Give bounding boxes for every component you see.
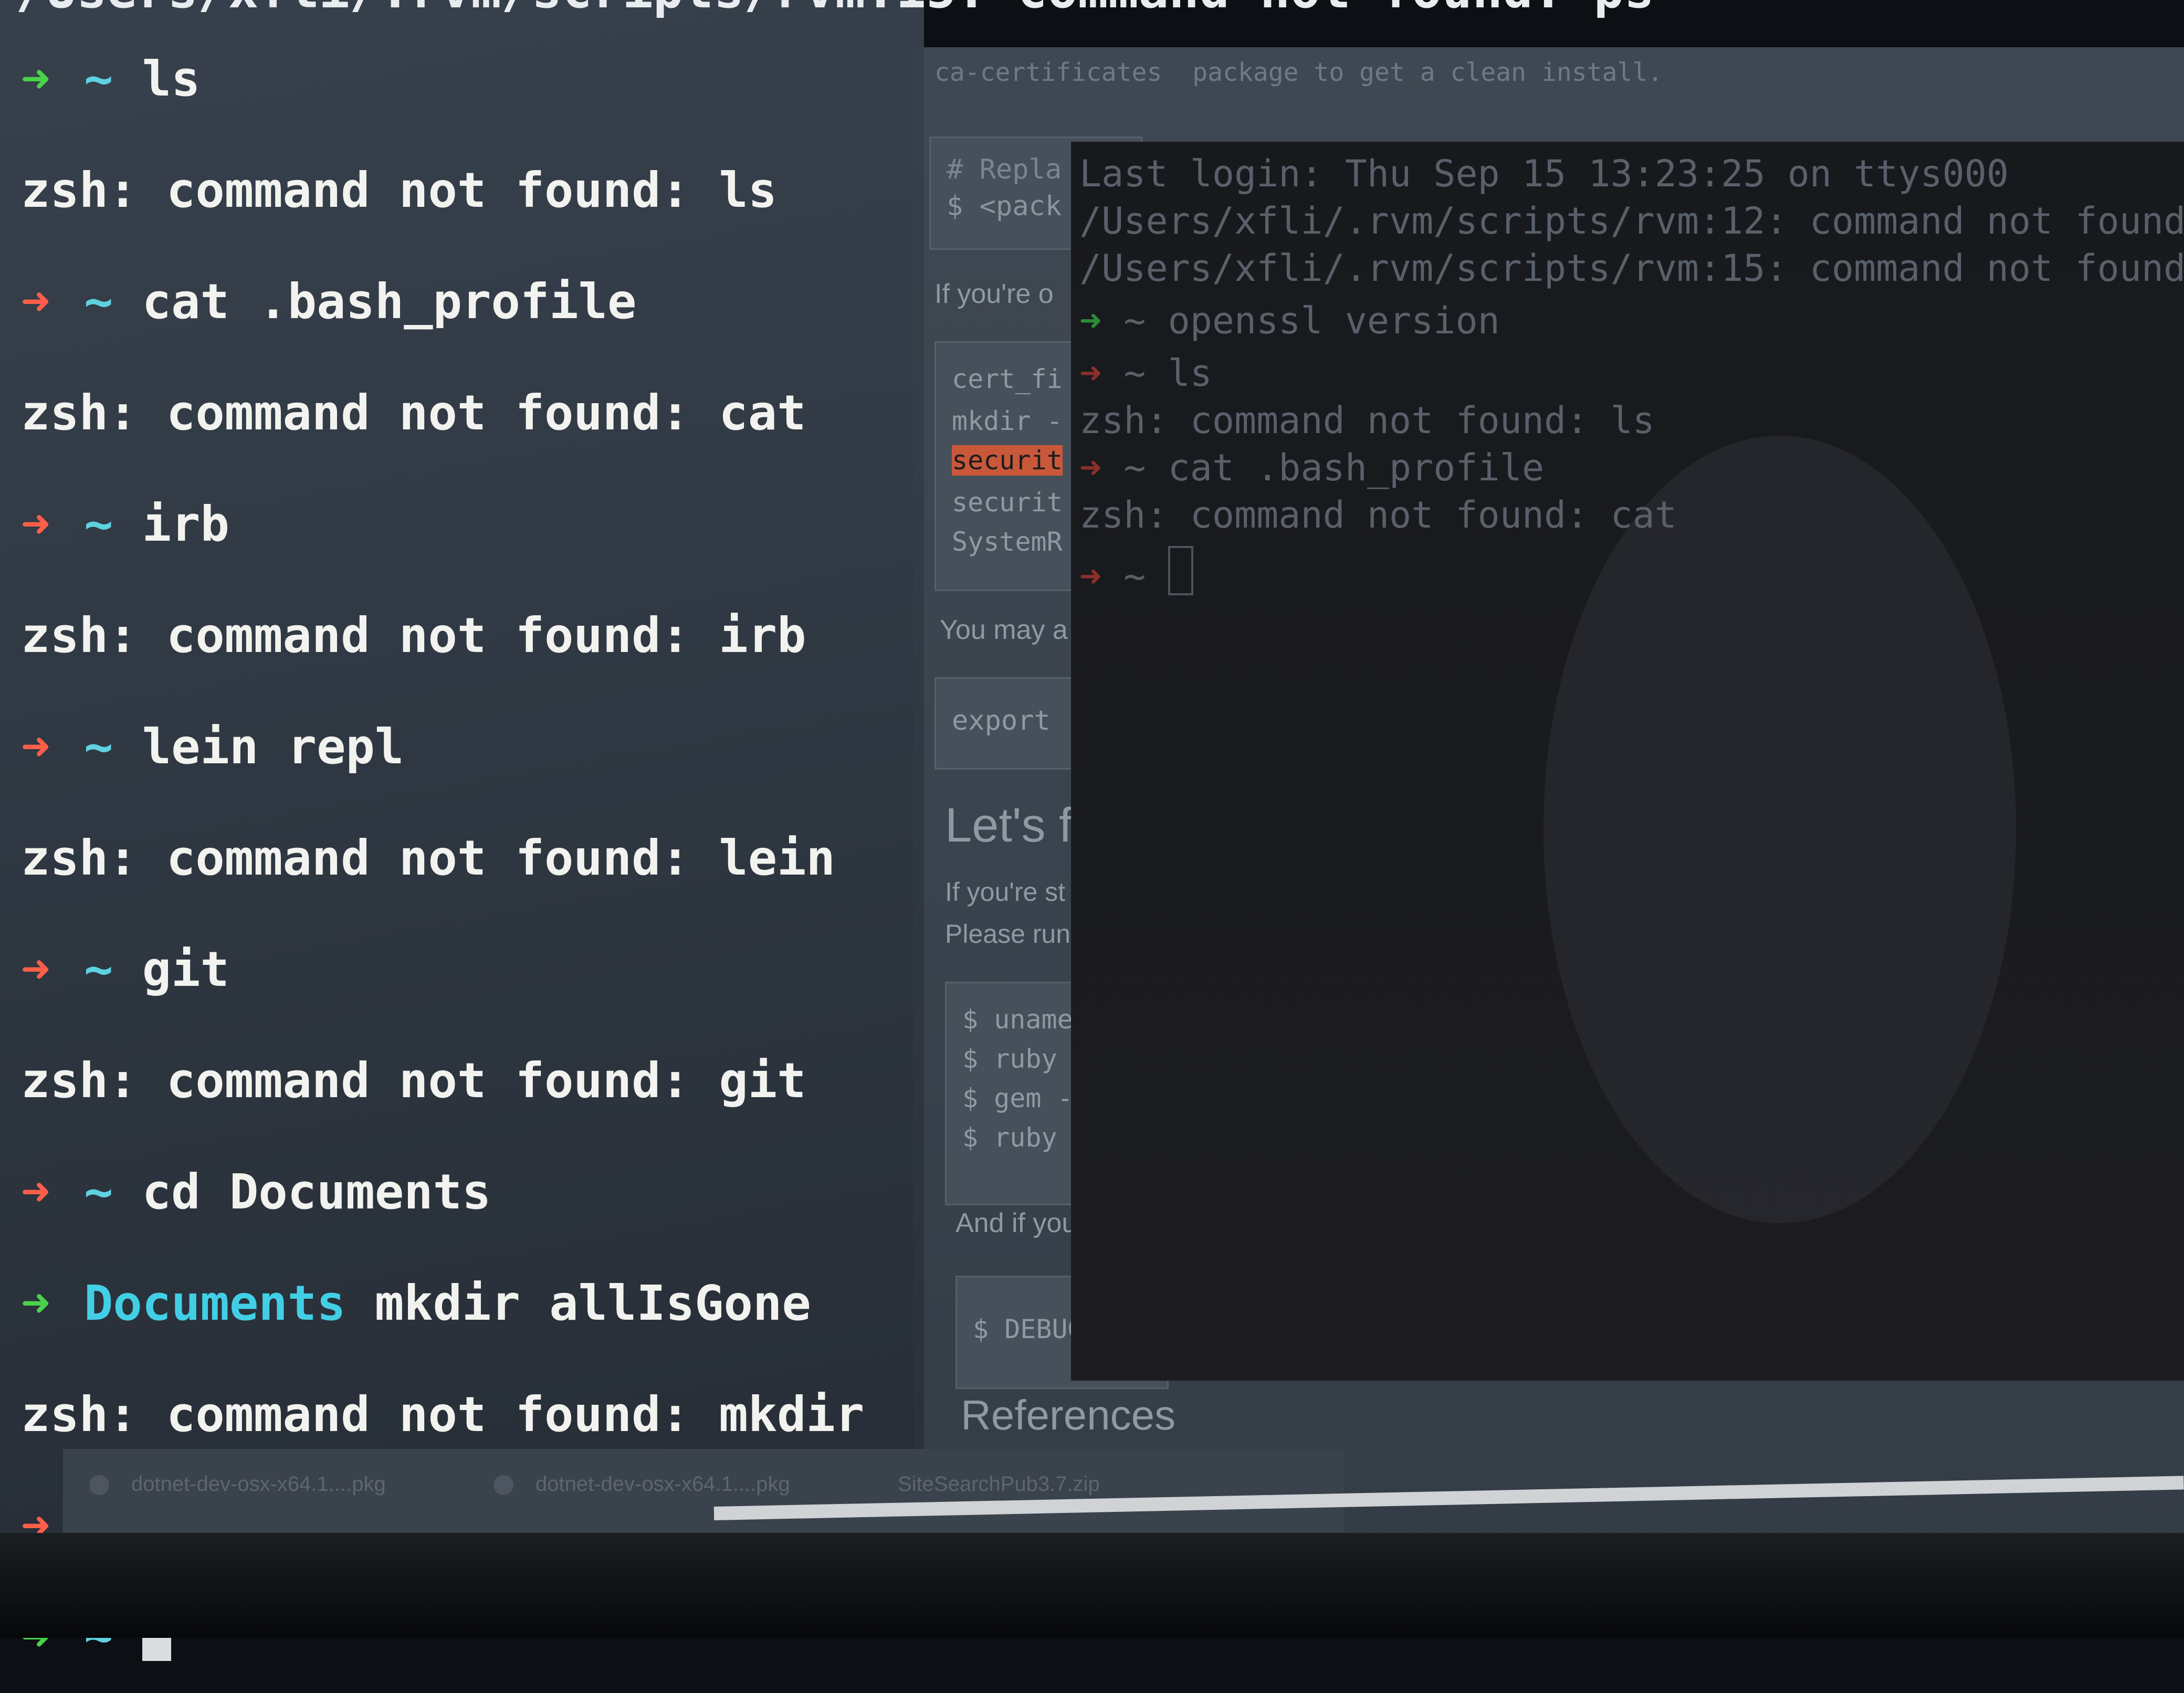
prompt-directory: ~ [84,941,113,997]
code-line: $ uname [962,1004,1073,1035]
terminal2-prompt-line: ➜ ~ [1079,546,1193,598]
prompt-arrow-icon: ➜ [1079,446,1124,489]
terminal-output-line: zsh: command not found: lein [21,830,835,886]
paragraph: Please run [945,919,1071,949]
terminal2-output: zsh: command not found: ls [1079,399,1655,442]
code-line: export [952,705,1051,737]
prompt-directory: Documents [84,1275,346,1331]
terminal-command: cat .bash_profile [142,274,637,330]
code-line: securit [952,487,1063,518]
download-item[interactable]: dotnet-dev-osx-x64.1....pkg [131,1473,386,1496]
download-item[interactable]: SiteSearchPub3.7.zip [898,1473,1100,1496]
code-line: mkdir - [952,406,1063,436]
terminal-output-line: zsh: command not found: ls [21,162,778,218]
download-bar: dotnet-dev-osx-x64.1....pkg dotnet-dev-o… [63,1449,1344,1533]
prompt-directory: ~ [84,496,113,552]
terminal-command: cd Documents [142,1164,491,1220]
paragraph: You may a [940,615,1068,645]
paragraph: If you're o [934,279,1054,309]
terminal-prompt-line: ➜ ~ git [21,914,864,1025]
package-icon [89,1475,109,1495]
terminal-command: git [142,941,229,997]
prompt-arrow-icon: ➜ [21,941,50,997]
terminal2-prompt-line: ➜ ~ cat .bash_profile [1079,446,1544,489]
terminal2-cursor [1168,546,1193,595]
terminal2-cmd: ~ cat .bash_profile [1124,446,1545,489]
terminal2-cmd: ~ ls [1124,352,1212,395]
terminal-clipped-line: /Users/xfli/.rvm/scripts/rvm:15: command… [16,0,1654,19]
prompt-arrow-icon: ➜ [1079,299,1124,342]
terminal2-line: /Users/xfli/.rvm/scripts/rvm:15: command… [1079,247,2184,290]
download-item[interactable]: dotnet-dev-osx-x64.1....pkg [536,1473,790,1496]
terminal2-line: Last login: Thu Sep 15 13:23:25 on ttys0… [1079,152,2009,195]
code-line: $ gem - [962,1083,1073,1113]
terminal-command: lein repl [142,719,404,775]
terminal-command: irb [142,496,229,552]
prompt-arrow-icon: ➜ [1079,555,1124,598]
prompt-arrow-icon: ➜ [21,1164,50,1220]
terminal-prompt-line: ➜ ~ cd Documents [21,1137,864,1248]
prompt-directory: ~ [84,51,113,107]
terminal2-cmd: ~ openssl version [1124,299,1500,342]
terminal-output-line: zsh: command not found: git [21,1053,806,1109]
terminal2-output: zsh: command not found: cat [1079,493,1677,537]
code-line: $ DEBUG [973,1314,1084,1344]
prompt-directory: ~ [84,274,113,330]
code-line-highlighted: securit [952,445,1063,476]
terminal2-prompt-line: ➜ ~ ls [1079,352,1212,395]
terminal-prompt-line: ➜ ~ irb [21,469,864,580]
terminal-prompt-line: ➜ ~ lein repl [21,691,864,803]
code-line: $ ruby [962,1122,1057,1153]
paragraph: And if you [956,1208,1077,1238]
prompt-arrow-icon: ➜ [21,1275,50,1331]
references-heading: References [961,1392,1176,1438]
terminal-window-main[interactable]: /Users/xfli/.rvm/scripts/rvm:15: command… [0,0,1654,1665]
terminal2-line: /Users/xfli/.rvm/scripts/rvm:12: command… [1079,199,2184,243]
terminal2-cmd: ~ [1124,555,1168,598]
terminal-window-secondary[interactable]: Last login: Thu Sep 15 13:23:25 on ttys0… [1071,142,2184,1381]
screen-reflection [1544,436,2016,1223]
code-line: $ <pack [947,191,1062,222]
code-line: cert_fi [952,364,1063,394]
monitor-bezel [0,1533,2184,1638]
prompt-arrow-icon: ➜ [1079,352,1124,395]
terminal-prompt-line: ➜ ~ ls [21,24,864,135]
terminal-prompt-line: ➜ Documents mkdir allIsGone [21,1248,864,1359]
section-heading: Let's fi [945,798,1084,852]
prompt-directory: ~ [84,1164,113,1220]
package-icon [494,1475,513,1495]
prompt-arrow-icon: ➜ [21,719,50,775]
code-line: $ ruby [962,1044,1057,1074]
prompt-directory: ~ [84,719,113,775]
terminal-command: mkdir allIsGone [374,1275,811,1331]
terminal-output-line: zsh: command not found: cat [21,385,806,441]
terminal-output-line: zsh: command not found: irb [21,607,806,664]
code-line: SystemR [952,527,1063,557]
terminal-command: ls [142,51,201,107]
terminal-output: ➜ ~ ls zsh: command not found: ls ➜ ~ cat .b… [21,24,864,1693]
paragraph: If you're st [945,877,1066,907]
terminal2-prompt-line: ➜ ~ openssl version [1079,299,1500,342]
prompt-arrow-icon: ➜ [21,274,50,330]
page-text-top: ca-certificates package to get a clean i… [934,58,1663,87]
prompt-arrow-icon: ➜ [21,496,50,552]
prompt-arrow-icon: ➜ [21,51,50,107]
terminal-prompt-line: ➜ ~ cat .bash_profile [21,246,864,357]
code-line: # Repla [947,154,1062,185]
